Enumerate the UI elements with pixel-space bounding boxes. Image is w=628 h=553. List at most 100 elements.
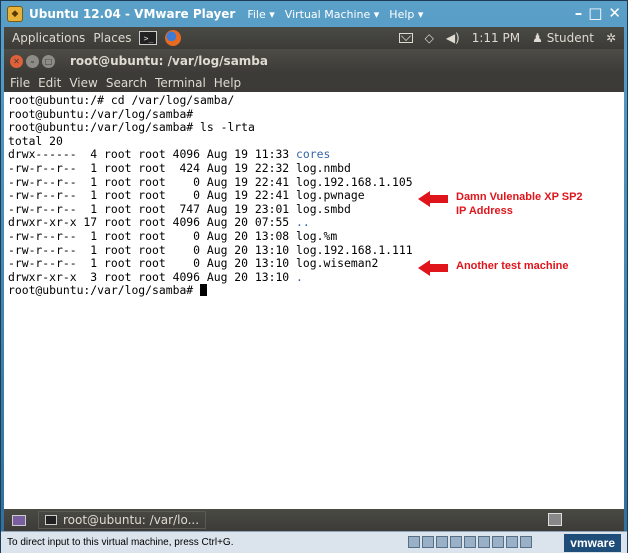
vmware-status-text: To direct input to this virtual machine,… bbox=[7, 537, 234, 548]
terminal-line-text: root@ubuntu:/var/log/samba# ls -lrta bbox=[8, 120, 255, 135]
volume-indicator-icon[interactable]: ◀) bbox=[446, 31, 460, 45]
terminal-maximize-button[interactable]: □ bbox=[42, 54, 55, 68]
vmware-menu-help[interactable]: Help ▾ bbox=[389, 8, 423, 21]
terminal-line: root@ubuntu:/var/log/samba# ls -lrta bbox=[8, 120, 620, 135]
terminal-launcher-icon[interactable]: >_ bbox=[139, 31, 158, 45]
terminal-line: -rw-r--r-- 1 root root 0 Aug 20 13:08 lo… bbox=[8, 228, 620, 244]
ubuntu-bottom-panel: root@ubuntu: /var/lo... bbox=[4, 509, 624, 531]
sound-icon[interactable] bbox=[478, 536, 490, 548]
network-indicator-icon[interactable]: ◇ bbox=[425, 31, 434, 45]
floppy-icon[interactable] bbox=[436, 536, 448, 548]
terminal-window: ✕ – □ root@ubuntu: /var/log/samba File E… bbox=[4, 49, 624, 509]
vmware-menu: File ▾ Virtual Machine ▾ Help ▾ bbox=[247, 8, 423, 21]
terminal-menu-edit[interactable]: Edit bbox=[38, 76, 61, 90]
terminal-line-text: -rw-r--r-- 1 root root 0 Aug 20 13:10 bbox=[8, 256, 297, 271]
terminal-line-text: -rw-r--r-- 1 root root 747 Aug 19 23:01 bbox=[8, 201, 297, 216]
terminal-icon bbox=[45, 515, 57, 525]
terminal-line: drwxr-xr-x 17 root root 4096 Aug 20 07:5… bbox=[8, 216, 620, 230]
vmware-logo: vmware bbox=[564, 534, 621, 552]
annotation-xp-sp2: Damn Vulenable XP SP2 IP Address bbox=[418, 190, 583, 218]
directory-name: cores bbox=[296, 147, 331, 162]
user-name: Student bbox=[546, 31, 594, 45]
vmware-titlebar: ◆ Ubuntu 12.04 - VMware Player File ▾ Vi… bbox=[1, 1, 627, 27]
vmware-menu-file[interactable]: File ▾ bbox=[247, 8, 274, 21]
firefox-launcher-icon[interactable] bbox=[165, 30, 182, 46]
show-desktop-icon[interactable] bbox=[12, 514, 26, 526]
file-name: log.pwnage bbox=[296, 188, 365, 203]
terminal-menu-file[interactable]: File bbox=[10, 76, 30, 90]
taskbar-terminal-item[interactable]: root@ubuntu: /var/lo... bbox=[38, 511, 207, 529]
terminal-close-button[interactable]: ✕ bbox=[10, 54, 23, 68]
terminal-line-text: -rw-r--r-- 1 root root 0 Aug 19 22:41 bbox=[8, 174, 297, 189]
minimize-button[interactable]: – bbox=[575, 4, 583, 22]
terminal-menubar: File Edit View Search Terminal Help bbox=[4, 73, 624, 92]
terminal-menu-terminal[interactable]: Terminal bbox=[155, 76, 206, 90]
vmware-player-window: ◆ Ubuntu 12.04 - VMware Player File ▾ Vi… bbox=[0, 0, 628, 553]
terminal-line-text: drwx------ 4 root root 4096 Aug 19 11:33 bbox=[8, 147, 297, 162]
terminal-line-text: -rw-r--r-- 1 root root 424 Aug 19 22:32 bbox=[8, 160, 297, 175]
vmware-device-icons bbox=[408, 536, 532, 548]
vmware-app-icon: ◆ bbox=[7, 6, 23, 22]
terminal-menu-help[interactable]: Help bbox=[214, 76, 241, 90]
terminal-titlebar: ✕ – □ root@ubuntu: /var/log/samba bbox=[4, 49, 624, 73]
user-icon: ♟ bbox=[532, 31, 543, 45]
terminal-line-text: root@ubuntu:/var/log/samba# bbox=[8, 106, 194, 121]
places-menu[interactable]: Places bbox=[93, 31, 131, 45]
vmware-window-title: Ubuntu 12.04 - VMware Player bbox=[29, 7, 236, 21]
maximize-button[interactable]: □ bbox=[588, 4, 602, 22]
terminal-line-text: total 20 bbox=[8, 133, 63, 148]
user-menu[interactable]: ♟ Student bbox=[532, 31, 594, 45]
terminal-cursor bbox=[200, 284, 208, 297]
file-name: log.smbd bbox=[296, 201, 351, 216]
terminal-line-text: -rw-r--r-- 1 root root 0 Aug 20 13:10 bbox=[8, 242, 297, 257]
annotation-test-machine: Another test machine bbox=[418, 259, 569, 276]
vmware-status-bar: To direct input to this virtual machine,… bbox=[1, 531, 627, 553]
terminal-line: root@ubuntu:/# cd /var/log/samba/ bbox=[8, 93, 620, 108]
file-name: log.192.168.1.111 bbox=[296, 242, 413, 257]
terminal-line: drwx------ 4 root root 4096 Aug 19 11:33… bbox=[8, 148, 620, 162]
guest-screen[interactable]: Applications Places >_ ◇ ◀) 1:11 PM ♟ St… bbox=[4, 27, 624, 531]
terminal-line-text: drwxr-xr-x 17 root root 4096 Aug 20 07:5… bbox=[8, 215, 297, 230]
ubuntu-top-panel: Applications Places >_ ◇ ◀) 1:11 PM ♟ St… bbox=[4, 27, 624, 49]
close-button[interactable]: ✕ bbox=[608, 4, 621, 22]
directory-name: .. bbox=[296, 215, 310, 230]
red-arrow-icon bbox=[418, 260, 448, 276]
terminal-line: -rw-r--r-- 1 root root 424 Aug 19 22:32 … bbox=[8, 160, 620, 176]
message-icon[interactable] bbox=[520, 536, 532, 548]
terminal-line-text: root@ubuntu:/# cd /var/log/samba/ bbox=[8, 93, 235, 107]
terminal-menu-search[interactable]: Search bbox=[106, 76, 147, 90]
annotation-xp-sp2-text: Damn Vulenable XP SP2 IP Address bbox=[456, 191, 583, 217]
usb-icon[interactable] bbox=[464, 536, 476, 548]
terminal-minimize-button[interactable]: – bbox=[26, 54, 39, 68]
hard-disk-icon[interactable] bbox=[408, 536, 420, 548]
terminal-line: total 20 bbox=[8, 133, 620, 149]
taskbar-terminal-label: root@ubuntu: /var/lo... bbox=[63, 513, 200, 527]
terminal-line-text: drwxr-xr-x 3 root root 4096 Aug 20 13:10 bbox=[8, 269, 297, 284]
gear-icon[interactable]: ✲ bbox=[606, 31, 616, 45]
directory-name: . bbox=[296, 269, 303, 284]
file-name: log.%m bbox=[296, 228, 338, 243]
network-adapter-icon[interactable] bbox=[450, 536, 462, 548]
terminal-output[interactable]: root@ubuntu:/# cd /var/log/samba/root@ub… bbox=[4, 92, 624, 509]
vmware-menu-virtual-machine[interactable]: Virtual Machine ▾ bbox=[285, 8, 380, 21]
terminal-title: root@ubuntu: /var/log/samba bbox=[70, 54, 268, 68]
vmware-window-controls: – □ ✕ bbox=[575, 4, 621, 22]
mail-indicator-icon[interactable] bbox=[398, 33, 413, 43]
applications-menu[interactable]: Applications bbox=[12, 31, 85, 45]
red-arrow-icon bbox=[418, 191, 448, 207]
trash-icon[interactable] bbox=[548, 513, 562, 526]
display-icon[interactable] bbox=[506, 536, 518, 548]
printer-icon[interactable] bbox=[492, 536, 504, 548]
terminal-menu-view[interactable]: View bbox=[69, 76, 97, 90]
terminal-line-text: -rw-r--r-- 1 root root 0 Aug 20 13:08 bbox=[8, 228, 297, 243]
file-name: log.nmbd bbox=[296, 160, 351, 175]
file-name: log.192.168.1.105 bbox=[296, 174, 413, 189]
terminal-line-text: root@ubuntu:/var/log/samba# bbox=[8, 283, 201, 298]
terminal-line-text: -rw-r--r-- 1 root root 0 Aug 19 22:41 bbox=[8, 188, 297, 203]
terminal-line: -rw-r--r-- 1 root root 0 Aug 20 13:10 lo… bbox=[8, 242, 620, 258]
clock[interactable]: 1:11 PM bbox=[472, 31, 520, 45]
terminal-line: root@ubuntu:/var/log/samba# bbox=[8, 284, 620, 298]
terminal-line: -rw-r--r-- 1 root root 0 Aug 19 22:41 lo… bbox=[8, 174, 620, 190]
annotation-test-machine-text: Another test machine bbox=[456, 260, 569, 272]
cd-drive-icon[interactable] bbox=[422, 536, 434, 548]
